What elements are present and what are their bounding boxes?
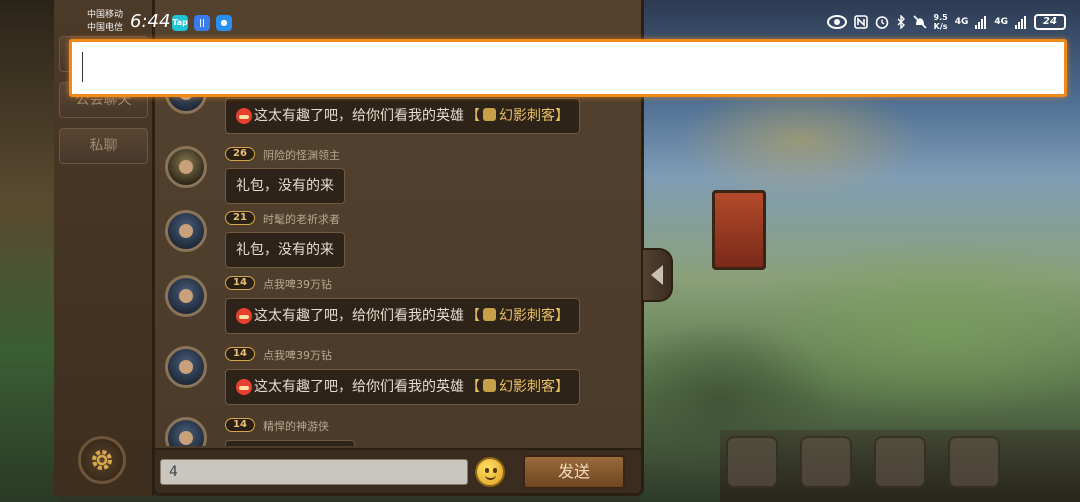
username[interactable]: 阴险的怪渊领主 [263,147,340,163]
game-banner [712,190,766,270]
hero-name: 幻影刺客 [499,308,555,324]
username[interactable]: 点我啤39万钻 [263,347,332,363]
username[interactable]: 时髦的老祈求者 [263,211,340,227]
level-badge: 26 [225,147,255,161]
network-type-1: 4G [954,17,969,27]
avatar[interactable] [165,210,207,252]
dock-button[interactable] [800,436,852,488]
message-input[interactable] [160,459,468,485]
message-bubble[interactable]: 这太有趣了吧，给你们看我的英雄 【幻影刺客】 [225,369,580,405]
dock-button[interactable] [726,436,778,488]
message-text: 这太有趣了吧，给你们看我的英雄 [254,108,464,124]
hero-icon [483,108,496,121]
status-bar: 中国移动 中国电信 6:44 Tap || ● 9.5 K/s 4G 4G 24 [0,0,1080,38]
message-bubble[interactable] [225,440,355,446]
emoji-button[interactable] [475,457,505,487]
net-speed: 9.5 K/s [934,13,948,31]
network-type-2: 4G [994,17,1008,27]
message-bubble[interactable]: 礼包，没有的来 [225,232,345,268]
hero-name: 幻影刺客 [499,108,555,124]
settings-button[interactable] [78,436,126,484]
tab-private-chat[interactable]: 私聊 [59,128,148,164]
level-badge: 14 [225,276,255,290]
level-badge: 14 [225,418,255,432]
chat-input-bar: 发送 [155,448,641,493]
hero-link[interactable]: 【幻影刺客】 [466,99,569,133]
game-background-left [0,0,60,502]
laughing-emoji-icon [236,379,252,395]
mute-icon [912,15,927,29]
message-bubble[interactable]: 这太有趣了吧，给你们看我的英雄 【幻影刺客】 [225,98,580,134]
app-icon: || [194,15,210,31]
carrier-names: 中国移动 中国电信 [87,9,123,35]
hero-link[interactable]: 【幻影刺客】 [466,370,569,404]
message-bubble[interactable]: 礼包，没有的来 [225,168,345,204]
send-button[interactable]: 发送 [523,455,625,489]
net-speed-value: 9.5 [933,13,948,22]
carrier-2: 中国电信 [87,23,124,33]
message-bubble[interactable]: 这太有趣了吧，给你们看我的英雄 【幻影刺客】 [225,298,580,334]
avatar[interactable] [165,346,207,388]
battery-indicator: 24 [1034,14,1066,30]
gear-icon [92,450,112,470]
level-badge: 21 [225,211,255,225]
bluetooth-icon [897,15,905,29]
username[interactable]: 点我啤39万钻 [263,276,332,292]
net-speed-unit: K/s [933,22,948,31]
laughing-emoji-icon [236,308,252,324]
carrier-1: 中国移动 [87,10,124,20]
hero-icon [483,379,496,392]
hero-icon [483,308,496,321]
signal-icon [1015,16,1026,29]
eye-icon [826,15,847,29]
dock-button[interactable] [948,436,1000,488]
signal-icon [975,16,987,29]
hero-link[interactable]: 【幻影刺客】 [466,299,569,333]
browser-icon: ● [216,15,232,31]
level-badge: 14 [225,347,255,361]
system-icons: 9.5 K/s 4G 4G 24 [826,13,1066,31]
message-text: 这太有趣了吧，给你们看我的英雄 [254,379,464,395]
smiley-icon [485,468,489,473]
message-text: 礼包，没有的来 [236,178,334,194]
avatar[interactable] [165,417,207,446]
nfc-icon [853,15,868,29]
chevron-left-icon [651,265,663,285]
message-text: 这太有趣了吧，给你们看我的英雄 [254,308,464,324]
smiley-icon-mouth [485,475,496,480]
taptap-icon: Tap [172,15,188,31]
ime-text-field[interactable] [69,39,1067,97]
username[interactable]: 精悍的神游侠 [263,418,329,434]
alarm-icon [875,16,888,29]
smiley-icon-eye [493,468,497,473]
text-caret [82,52,83,82]
laughing-emoji-icon [236,108,252,124]
dock-button[interactable] [874,436,926,488]
avatar[interactable] [165,146,207,188]
avatar[interactable] [165,275,207,317]
clock: 6:44 [130,11,171,32]
hero-name: 幻影刺客 [499,379,555,395]
collapse-chat-button[interactable] [643,248,673,302]
message-text: 礼包，没有的来 [236,242,334,258]
